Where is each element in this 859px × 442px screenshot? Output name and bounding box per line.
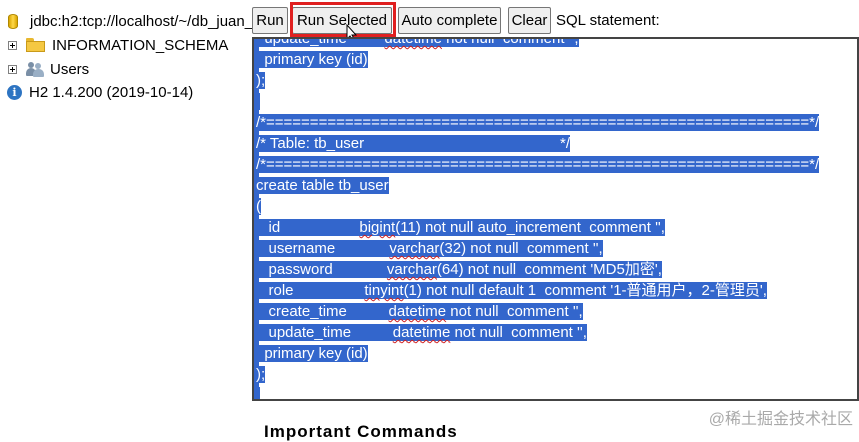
sql-statement-label: SQL statement: bbox=[556, 12, 660, 29]
selected-text: ); bbox=[256, 366, 266, 383]
sql-line: role tinyint(1) not null default 1 comme… bbox=[256, 280, 819, 301]
watermark: @稀土掘金技术社区 bbox=[708, 411, 853, 428]
folder-icon bbox=[26, 38, 45, 52]
selected-text: role tinyint(1) not null default 1 comme… bbox=[256, 282, 767, 299]
version-label: H2 1.4.200 (2019-10-14) bbox=[29, 83, 194, 101]
sql-editor[interactable]: update_time datetime not null comment ''… bbox=[252, 37, 859, 401]
selected-text: /*======================================… bbox=[256, 156, 820, 173]
selected-text: primary key (id) bbox=[256, 345, 368, 362]
tree-item-users[interactable]: Users bbox=[8, 58, 89, 80]
tree-item-information-schema[interactable]: INFORMATION_SCHEMA bbox=[8, 34, 228, 56]
important-commands-heading: Important Commands bbox=[264, 422, 458, 441]
expand-plus-icon[interactable] bbox=[8, 40, 17, 50]
sql-line: update_time datetime not null comment ''… bbox=[256, 39, 819, 49]
tree-version: i H2 1.4.200 (2019-10-14) bbox=[7, 81, 193, 103]
sql-line: ( bbox=[256, 196, 819, 217]
sql-line: primary key (id) bbox=[256, 49, 819, 70]
selected-text: /* Table: tb_user */ bbox=[256, 135, 571, 152]
sql-line: primary key (id) bbox=[256, 343, 819, 364]
users-icon bbox=[26, 61, 44, 77]
tree-item-label: Users bbox=[50, 60, 90, 78]
sql-line: /*======================================… bbox=[256, 154, 820, 175]
expand-plus-icon[interactable] bbox=[8, 64, 17, 74]
sql-line: password varchar(64) not null comment 'M… bbox=[256, 259, 819, 280]
selected-text bbox=[256, 387, 261, 399]
clear-button[interactable]: Clear bbox=[508, 7, 551, 34]
sql-line: create table tb_user bbox=[256, 175, 819, 196]
selected-text: primary key (id) bbox=[256, 51, 368, 68]
selected-text: create_time datetime not null comment ''… bbox=[256, 303, 583, 320]
schema-tree: jdbc:h2:tcp://localhost/~/db_juan_ INFOR… bbox=[0, 0, 252, 433]
info-icon: i bbox=[7, 84, 22, 100]
sql-lines: update_time datetime not null comment ''… bbox=[256, 39, 820, 399]
selected-text: update_time datetime not null comment ''… bbox=[256, 39, 579, 47]
selected-text: username varchar(32) not null comment ''… bbox=[256, 240, 603, 257]
selected-text bbox=[256, 93, 261, 110]
sql-line: create_time datetime not null comment ''… bbox=[256, 301, 819, 322]
sql-line: ); bbox=[256, 70, 819, 91]
sql-line: /*======================================… bbox=[256, 112, 820, 133]
auto-complete-button[interactable]: Auto complete bbox=[398, 7, 501, 34]
connection-label: jdbc:h2:tcp://localhost/~/db_juan_ bbox=[30, 12, 252, 30]
selected-text: ( bbox=[256, 198, 261, 215]
run-selected-highlight bbox=[290, 2, 396, 37]
tree-item-label: INFORMATION_SCHEMA bbox=[52, 36, 229, 54]
sql-line: /* Table: tb_user */ bbox=[256, 133, 819, 154]
selected-text: /*======================================… bbox=[256, 114, 820, 131]
selected-text: update_time datetime not null comment ''… bbox=[256, 324, 587, 341]
sql-line bbox=[256, 91, 819, 112]
sql-line: id bigint(11) not null auto_increment co… bbox=[256, 217, 819, 238]
sql-line: update_time datetime not null comment ''… bbox=[256, 322, 819, 343]
run-button[interactable]: Run bbox=[252, 7, 288, 34]
sql-line: ); bbox=[256, 364, 819, 385]
selected-text: id bigint(11) not null auto_increment co… bbox=[256, 219, 665, 236]
sql-line: username varchar(32) not null comment ''… bbox=[256, 238, 819, 259]
selected-text: create table tb_user bbox=[256, 177, 389, 194]
selected-text: ); bbox=[256, 72, 266, 89]
sql-line bbox=[256, 385, 819, 399]
selected-text: password varchar(64) not null comment 'M… bbox=[256, 261, 662, 278]
tree-connection[interactable]: jdbc:h2:tcp://localhost/~/db_juan_ bbox=[8, 10, 252, 32]
database-icon bbox=[8, 13, 18, 29]
